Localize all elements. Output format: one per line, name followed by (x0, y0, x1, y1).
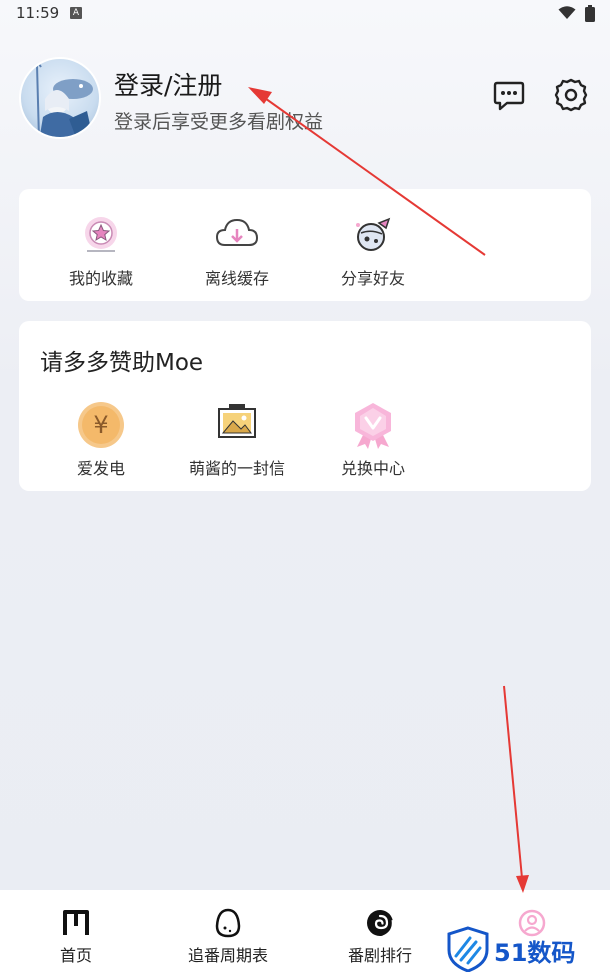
watermark-text: 51数码 (494, 939, 576, 967)
cloud-download-icon (215, 218, 259, 246)
letter-picture-icon (218, 404, 256, 438)
nav-schedule[interactable]: 追番周期表 (152, 890, 304, 976)
wifi-icon (558, 6, 576, 19)
shield-logo-icon (447, 926, 489, 973)
status-time: 11:59 (16, 4, 60, 22)
share-friends-label: 分享好友 (340, 269, 405, 288)
favorite-star-icon (85, 217, 117, 252)
exchange-center-item[interactable]: 兑换中心 (313, 401, 433, 479)
battery-icon (585, 5, 595, 22)
nav-home-label: 首页 (59, 946, 92, 965)
offline-cache-item[interactable]: 离线缓存 (177, 211, 297, 289)
nav-ranking-label: 番剧排行 (347, 946, 412, 965)
status-bar: 11:59 A (0, 0, 610, 30)
support-card: 请多多赞助Moe ¥ 爱发电 萌酱的一封信 兑换中心 (19, 321, 591, 491)
chat-bubble-icon[interactable] (492, 78, 526, 112)
letter-label: 萌酱的一封信 (188, 459, 285, 478)
offline-cache-label: 离线缓存 (204, 269, 269, 288)
shortcuts-card: 我的收藏 离线缓存 分享好友 (19, 189, 591, 301)
avatar[interactable] (19, 57, 101, 139)
egg-icon (215, 908, 241, 938)
login-register-title[interactable]: 登录/注册 (114, 66, 222, 102)
letter-item[interactable]: 萌酱的一封信 (177, 401, 297, 479)
exchange-badge-icon (355, 403, 391, 449)
afdian-label: 爱发电 (76, 459, 125, 478)
login-subtitle: 登录后享受更多看剧权益 (114, 111, 324, 133)
share-friends-item[interactable]: 分享好友 (313, 211, 433, 289)
share-planet-icon (356, 217, 391, 251)
nav-home[interactable]: 首页 (0, 890, 152, 976)
afdian-item[interactable]: ¥ 爱发电 (41, 401, 161, 479)
swirl-icon (367, 910, 395, 938)
exchange-center-label: 兑换中心 (340, 459, 405, 478)
yen-coin-icon: ¥ (78, 402, 124, 448)
notification-badge: A (70, 7, 82, 19)
nav-ranking[interactable]: 番剧排行 (304, 890, 456, 976)
home-m-icon (63, 910, 89, 935)
support-card-title: 请多多赞助Moe (40, 350, 204, 376)
gear-icon[interactable] (554, 78, 588, 112)
svg-text:¥: ¥ (93, 411, 108, 439)
favorites-item[interactable]: 我的收藏 (41, 211, 161, 289)
watermark: 51数码 (446, 926, 596, 974)
nav-schedule-label: 追番周期表 (187, 946, 268, 965)
favorites-label: 我的收藏 (68, 269, 133, 288)
